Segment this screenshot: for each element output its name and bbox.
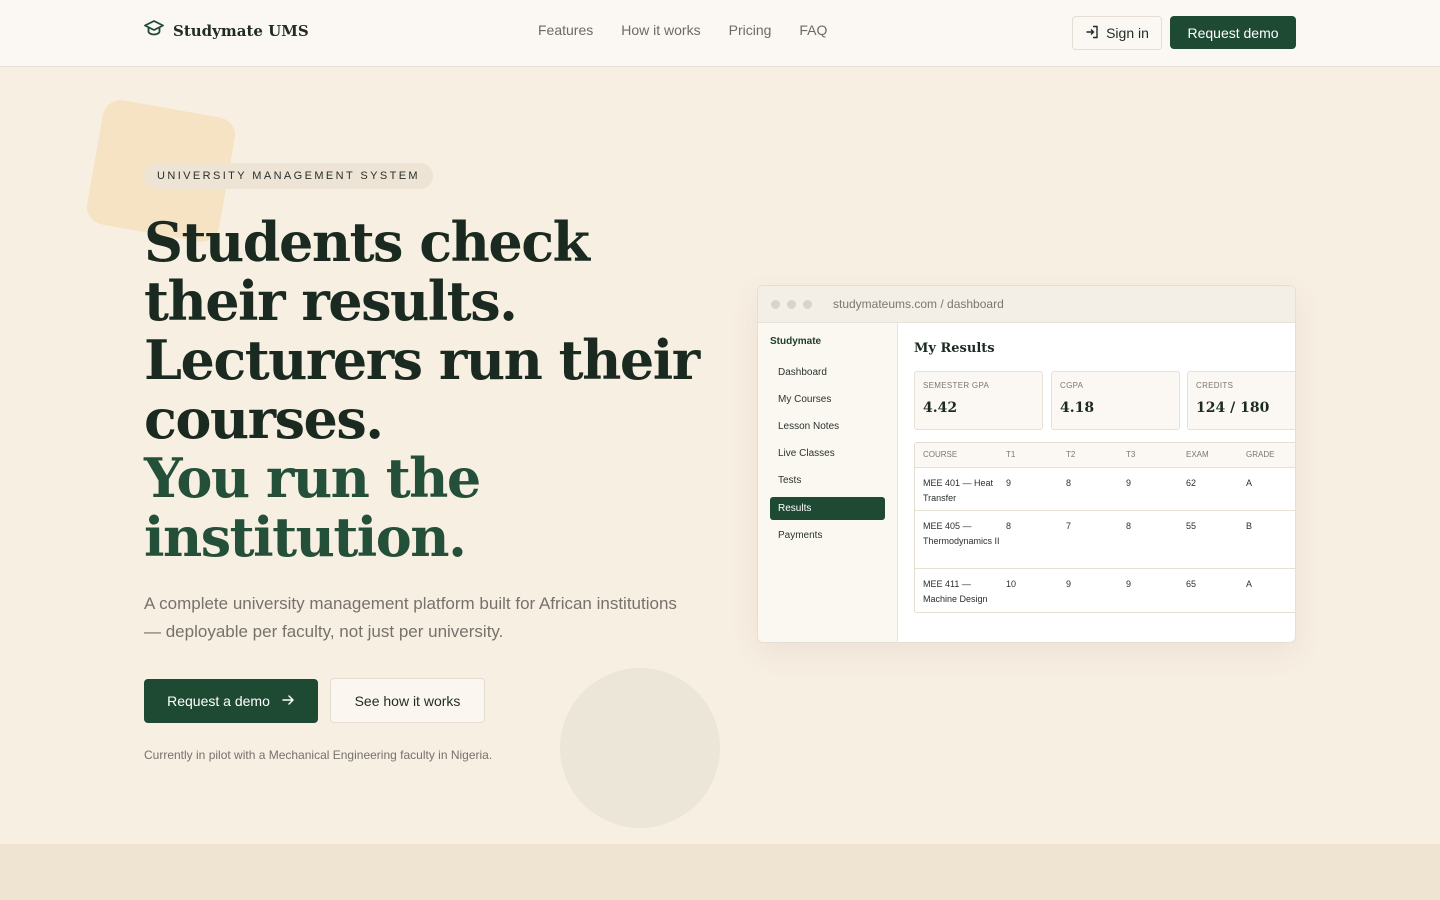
- cell-t2: 8: [1066, 478, 1072, 488]
- top-navbar: Studymate UMS Features How it works Pric…: [0, 0, 1440, 67]
- cell-t3: 9: [1126, 478, 1132, 488]
- hero-headline: Students check their results. Lecturers …: [144, 213, 724, 567]
- brand[interactable]: Studymate UMS: [144, 20, 309, 41]
- stat-value: 4.42: [923, 400, 958, 416]
- cell-course: MEE 401 — Heat Transfer: [923, 478, 994, 503]
- nav-features[interactable]: Features: [538, 22, 593, 38]
- col-exam: EXAM: [1186, 450, 1209, 459]
- sidebar-item-my-courses: My Courses: [778, 394, 832, 405]
- sidebar-item-payments: Payments: [778, 530, 823, 541]
- arrow-right-icon: [282, 693, 295, 709]
- sign-in-icon: [1085, 25, 1099, 42]
- cell-t3: 8: [1126, 521, 1132, 531]
- browser-bar: studymateums.com / dashboard: [758, 286, 1295, 323]
- preview-sidebar: Studymate Dashboard My Courses Lesson No…: [758, 323, 898, 642]
- next-section-band: [0, 844, 1440, 900]
- cell-grade: A: [1246, 478, 1253, 488]
- sidebar-item-dashboard: Dashboard: [778, 367, 827, 378]
- sidebar-item-results: Results: [770, 497, 885, 520]
- results-table: COURSE T1 T2 T3 EXAM GRADE MEE 401 — Hea…: [914, 442, 1295, 613]
- col-t2: T2: [1066, 450, 1076, 459]
- col-course: COURSE: [923, 450, 958, 459]
- sidebar-item-lesson-notes: Lesson Notes: [778, 421, 840, 432]
- table-row: MEE 405 — Thermodynamics II 8 7 8 55 B: [915, 511, 1295, 569]
- see-how-it-works-button[interactable]: See how it works: [330, 678, 485, 723]
- window-dot-icon: [803, 299, 812, 309]
- brand-name: Studymate UMS: [173, 21, 309, 40]
- headline-line-3: You run the institution.: [144, 446, 481, 569]
- table-row: MEE 401 — Heat Transfer 9 8 9 62 A: [915, 468, 1295, 511]
- cell-course: MEE 405 — Thermodynamics II: [923, 521, 1000, 546]
- table-header: COURSE T1 T2 T3 EXAM GRADE: [915, 443, 1295, 468]
- pilot-note: Currently in pilot with a Mechanical Eng…: [144, 748, 493, 762]
- cell-exam: 65: [1186, 579, 1197, 589]
- sign-in-label: Sign in: [1106, 25, 1149, 41]
- request-a-demo-button[interactable]: Request a demo: [144, 679, 318, 723]
- headline-line-2: Lecturers run their courses.: [144, 328, 700, 451]
- request-a-demo-label: Request a demo: [167, 693, 270, 709]
- decorative-circle: [560, 668, 720, 828]
- cell-course: MEE 411 — Machine Design: [923, 579, 988, 604]
- cell-t1: 8: [1006, 521, 1012, 531]
- stat-cgpa: CGPA 4.18: [1051, 371, 1180, 430]
- stat-label: CREDITS: [1196, 381, 1234, 390]
- nav-how-it-works[interactable]: How it works: [621, 22, 700, 38]
- stat-semester-gpa: SEMESTER GPA 4.42: [914, 371, 1043, 430]
- sidebar-item-tests: Tests: [778, 475, 802, 486]
- dashboard-preview: studymateums.com / dashboard Studymate D…: [757, 285, 1296, 643]
- window-dot-icon: [787, 299, 796, 309]
- table-row: MEE 411 — Machine Design 10 9 9 65 A: [915, 569, 1295, 612]
- window-dot-icon: [771, 299, 780, 309]
- nav-faq[interactable]: FAQ: [799, 22, 827, 38]
- main-nav: Features How it works Pricing FAQ: [538, 22, 827, 38]
- cell-grade: B: [1246, 521, 1253, 531]
- preview-sidebar-brand: Studymate: [770, 336, 822, 347]
- stat-label: CGPA: [1060, 381, 1084, 390]
- cell-t3: 9: [1126, 579, 1132, 589]
- cell-exam: 62: [1186, 478, 1197, 488]
- graduation-cap-icon: [144, 20, 164, 41]
- browser-url: studymateums.com / dashboard: [833, 297, 1004, 311]
- cell-t1: 9: [1006, 478, 1012, 488]
- col-t3: T3: [1126, 450, 1136, 459]
- stat-label: SEMESTER GPA: [923, 381, 990, 390]
- sign-in-button[interactable]: Sign in: [1072, 16, 1162, 50]
- cell-t1: 10: [1006, 579, 1017, 589]
- col-grade: GRADE: [1246, 450, 1275, 459]
- headline-line-1: Students check their results.: [144, 210, 590, 333]
- request-demo-button[interactable]: Request demo: [1170, 16, 1296, 49]
- cell-t2: 7: [1066, 521, 1072, 531]
- nav-pricing[interactable]: Pricing: [729, 22, 772, 38]
- stat-credits: CREDITS 124 / 180: [1187, 371, 1295, 430]
- cell-grade: A: [1246, 579, 1253, 589]
- cell-t2: 9: [1066, 579, 1072, 589]
- stat-value: 124 / 180: [1196, 400, 1270, 416]
- sidebar-item-live-classes: Live Classes: [778, 448, 835, 459]
- cell-exam: 55: [1186, 521, 1197, 531]
- col-t1: T1: [1006, 450, 1016, 459]
- preview-main: My Results SEMESTER GPA 4.42 CGPA 4.18 C…: [914, 323, 1295, 642]
- hero-subhead: A complete university management platfor…: [144, 594, 677, 641]
- preview-title: My Results: [914, 341, 995, 356]
- stat-value: 4.18: [1060, 400, 1095, 416]
- eyebrow-badge: UNIVERSITY MANAGEMENT SYSTEM: [144, 163, 433, 189]
